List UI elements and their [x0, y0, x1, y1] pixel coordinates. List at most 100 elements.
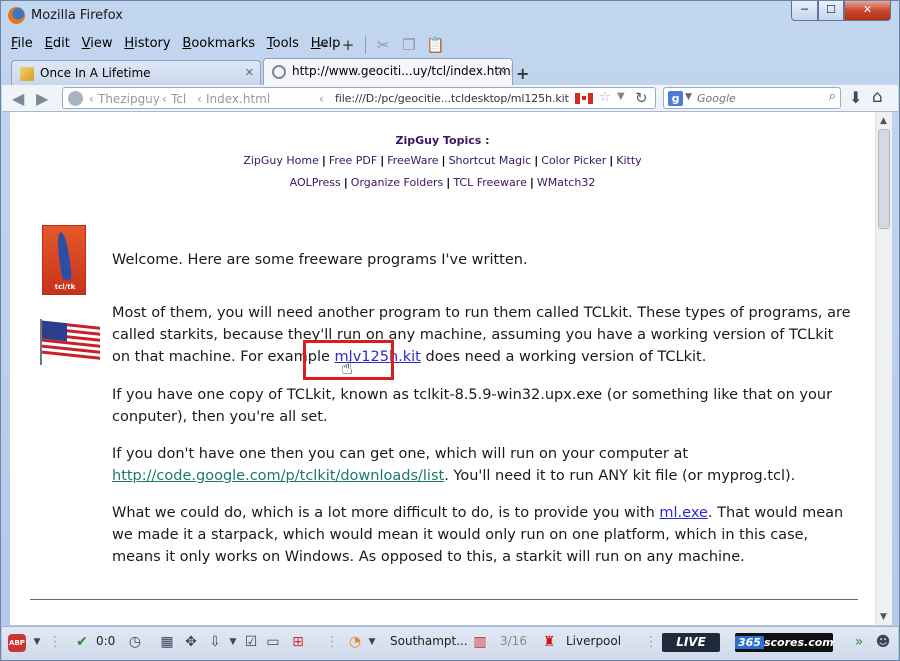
- topic-link-freeware[interactable]: FreeWare: [387, 154, 438, 167]
- clock-icon[interactable]: ◷: [126, 633, 144, 651]
- vertical-scrollbar[interactable]: ▲ ▼: [875, 112, 892, 625]
- move-icon[interactable]: ✥: [182, 633, 200, 651]
- card-icon[interactable]: ▭: [264, 633, 282, 651]
- site-identity-icon[interactable]: [68, 91, 83, 106]
- menu-file[interactable]: File: [7, 32, 37, 56]
- url-crumb-index[interactable]: Index.html: [206, 92, 270, 106]
- feed-score-label: 3/16: [500, 634, 527, 648]
- topic-link-color-picker[interactable]: Color Picker: [541, 154, 606, 167]
- us-flag-icon: [40, 319, 100, 365]
- topic-link-free-pdf[interactable]: Free PDF: [329, 154, 377, 167]
- globe-icon: [272, 65, 286, 79]
- title-bar: Mozilla Firefox ─ ☐ ✕: [1, 1, 899, 31]
- topic-separator: |: [321, 154, 326, 167]
- tab-once-in-a-lifetime[interactable]: Once In A Lifetime ✕: [11, 60, 261, 85]
- feed-dropdown-icon[interactable]: ▼: [363, 633, 381, 651]
- search-input[interactable]: [697, 89, 817, 107]
- topic-separator: |: [534, 154, 539, 167]
- url-crumb-thezipguy[interactable]: Thezipguy: [98, 92, 160, 106]
- topics-nav-row-2: AOLPress | Organize Folders | TCL Freeware | W…: [10, 176, 875, 189]
- adblock-plus-icon[interactable]: ABP: [8, 634, 26, 652]
- url-history-dropdown-icon[interactable]: ▼: [617, 91, 625, 102]
- menu-bar: File Edit View History Bookmarks Tools H…: [7, 32, 893, 56]
- horizontal-rule: [30, 599, 858, 600]
- tclkit-logo: tcl/tk: [42, 225, 86, 295]
- copy-icon[interactable]: ❐: [400, 36, 418, 54]
- scrollbar-thumb[interactable]: [878, 129, 890, 229]
- tclkit-logo-label: tcl/tk: [54, 283, 76, 291]
- close-window-button[interactable]: ✕: [844, 1, 891, 21]
- new-tab-button[interactable]: +: [516, 64, 529, 83]
- search-bar: g ▼ ⌕: [663, 87, 841, 109]
- striped-shirt-icon: ▥: [473, 634, 487, 650]
- feed-team-label[interactable]: Southampt...: [390, 634, 468, 648]
- download-dropdown-icon[interactable]: ▼: [224, 633, 242, 651]
- tclkit-downloads-link[interactable]: http://code.google.com/p/tclkit/download…: [112, 468, 444, 484]
- team-liverpool-label[interactable]: Liverpool: [566, 634, 621, 648]
- toolbar-grip-icon: ⋮: [644, 634, 658, 650]
- toolbar-grip-icon: ⋮: [48, 634, 62, 650]
- back-button[interactable]: ◀: [12, 89, 24, 108]
- tab-title: Once In A Lifetime: [40, 66, 151, 80]
- 365-scores-badge[interactable]: 365 scores.com: [735, 633, 834, 652]
- menu-tools[interactable]: Tools: [263, 32, 303, 56]
- tab-close-icon[interactable]: ✕: [497, 64, 506, 77]
- check-badge-icon[interactable]: ☑: [242, 633, 260, 651]
- menu-view[interactable]: View: [78, 32, 117, 56]
- browser-window: Mozilla Firefox ─ ☐ ✕ File Edit View His…: [0, 0, 900, 661]
- adblock-dropdown-icon[interactable]: ▼: [28, 633, 46, 651]
- reload-icon[interactable]: ↻: [635, 89, 648, 107]
- url-bar[interactable]: ‹ Thezipguy ‹ Tcl ‹ Index.html ‹ file://…: [62, 87, 656, 109]
- checklist-icon[interactable]: ✔: [73, 633, 91, 651]
- topic-separator: |: [343, 176, 348, 189]
- maximize-button[interactable]: ☐: [818, 1, 844, 21]
- zoom-in-icon[interactable]: +: [339, 36, 357, 54]
- tab-geocities-index[interactable]: http://www.geociti...uy/tcl/index.html ✕: [263, 58, 513, 85]
- scroll-up-arrow-icon[interactable]: ▲: [880, 116, 887, 126]
- addon-bar: ABP ▼ ⋮ ✔ 0:0 ◷ ▦ ✥ ⇩ ▼ ☑ ▭ ⊞ ⋮ ◔ ▼ Sout…: [2, 626, 898, 660]
- toolbar-separator: [365, 36, 366, 54]
- ml-exe-link[interactable]: ml.exe: [659, 505, 707, 521]
- grid-icon[interactable]: ▦: [158, 633, 176, 651]
- downloads-arrow-icon[interactable]: ⬇: [849, 88, 862, 107]
- topic-link-wmatch32[interactable]: WMatch32: [537, 176, 595, 189]
- rss-feed-icon[interactable]: ◔: [346, 633, 364, 651]
- search-engine-dropdown-icon[interactable]: ▼: [685, 92, 692, 102]
- red-shirt-icon: ♜: [542, 634, 556, 650]
- zoom-out-icon[interactable]: −: [313, 36, 331, 54]
- counter-readout: 0:0: [96, 634, 116, 648]
- topic-link-shortcut-magic[interactable]: Shortcut Magic: [449, 154, 532, 167]
- topic-link-organize-folders[interactable]: Organize Folders: [351, 176, 444, 189]
- hand-cursor-icon: ☝: [341, 357, 353, 379]
- bookmark-star-icon[interactable]: ☆: [599, 90, 611, 105]
- toolbar-grip-icon: ⋮: [325, 634, 339, 650]
- live-badge[interactable]: LIVE: [662, 633, 720, 652]
- welcome-paragraph: Welcome. Here are some freeware programs…: [112, 252, 528, 268]
- tab-close-icon[interactable]: ✕: [245, 66, 254, 79]
- url-crumb-tcl[interactable]: Tcl: [171, 92, 186, 106]
- paste-icon[interactable]: 📋: [426, 36, 445, 54]
- cut-icon[interactable]: ✂: [374, 36, 392, 54]
- search-magnifier-icon[interactable]: ⌕: [829, 89, 836, 104]
- url-text[interactable]: file:///D:/pc/geocitie...tcldesktop/ml12…: [335, 92, 569, 105]
- topic-link-aolpress[interactable]: AOLPress: [290, 176, 341, 189]
- topic-link-zipguy-home[interactable]: ZipGuy Home: [243, 154, 319, 167]
- firefox-icon: [8, 7, 25, 24]
- menu-edit[interactable]: Edit: [41, 32, 74, 56]
- minimize-button[interactable]: ─: [791, 1, 818, 21]
- menu-bookmarks[interactable]: Bookmarks: [178, 32, 259, 56]
- profile-icon[interactable]: ☻: [874, 633, 892, 651]
- scroll-down-arrow-icon[interactable]: ▼: [880, 612, 887, 622]
- menu-history[interactable]: History: [120, 32, 174, 56]
- add-box-icon[interactable]: ⊞: [289, 633, 307, 651]
- download-blocked-icon[interactable]: ⇩: [206, 633, 224, 651]
- google-icon[interactable]: g: [668, 91, 683, 106]
- forward-button[interactable]: ▶: [36, 89, 48, 108]
- topic-link-tcl-freeware[interactable]: TCL Freeware: [453, 176, 527, 189]
- topics-nav-row-1: ZipGuy Home | Free PDF | FreeWare | Shortcut M…: [10, 154, 875, 167]
- chevron-more-icon[interactable]: »: [850, 633, 868, 651]
- home-icon[interactable]: ⌂: [872, 87, 883, 107]
- topic-link-kitty[interactable]: Kitty: [616, 154, 641, 167]
- topics-title: ZipGuy Topics :: [395, 134, 490, 147]
- window-title: Mozilla Firefox: [31, 8, 123, 23]
